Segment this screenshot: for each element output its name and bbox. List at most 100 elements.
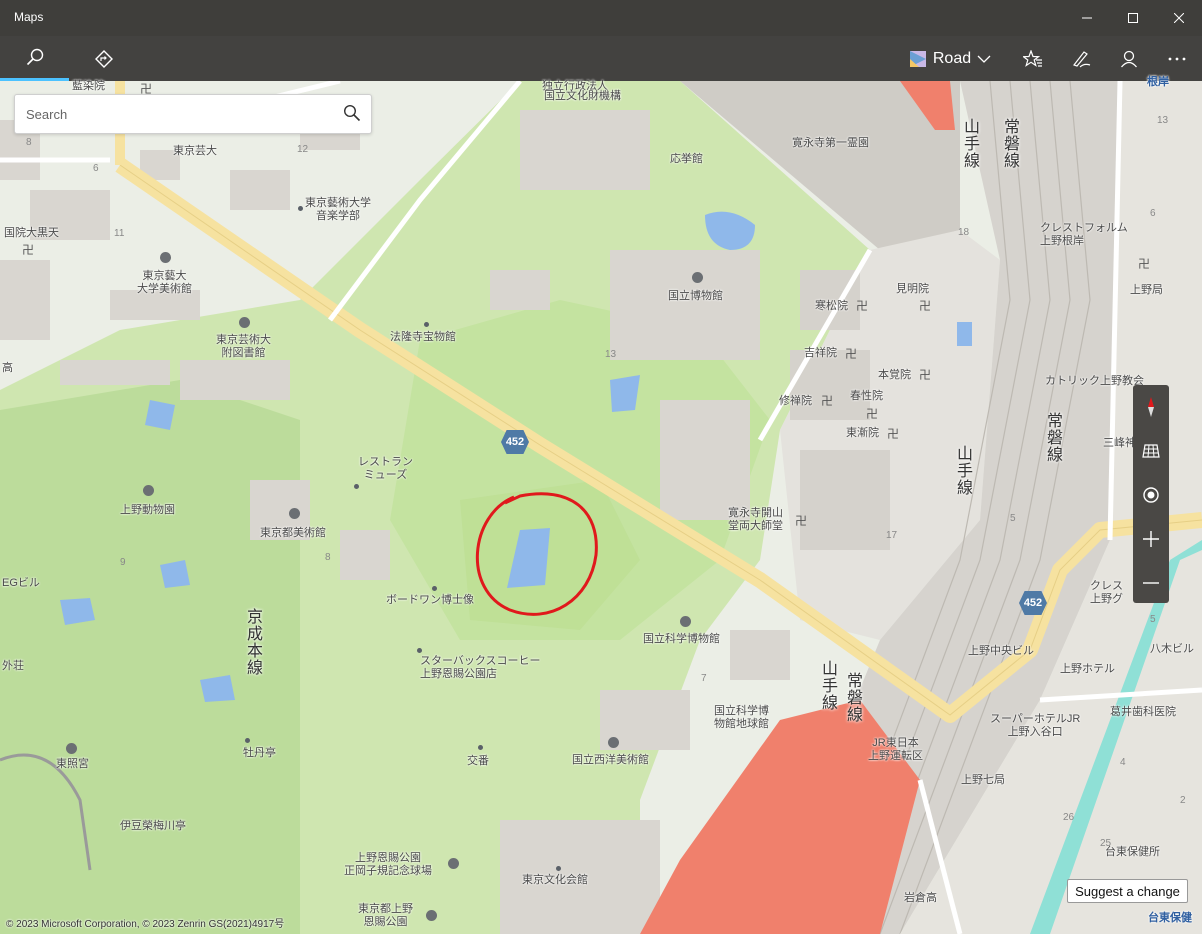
- map-label: 東京芸大: [173, 145, 217, 157]
- place-dot-icon: [298, 206, 303, 211]
- tab-directions[interactable]: [69, 36, 138, 81]
- map-canvas[interactable]: [0, 81, 1202, 934]
- block-number: 6: [1150, 208, 1156, 219]
- chevron-down-icon: [977, 55, 991, 63]
- ink-button[interactable]: [1058, 36, 1104, 81]
- map-controls: [1133, 385, 1169, 603]
- locate-icon: [1143, 487, 1159, 503]
- map-label: 八木ビル: [1150, 643, 1194, 655]
- map-label: 見明院: [896, 283, 929, 295]
- route-shield: 452: [501, 430, 529, 454]
- map-label: 本覚院: [878, 369, 911, 381]
- favorites-button[interactable]: [1010, 36, 1056, 81]
- map-label: 国立西洋美術館: [572, 754, 649, 766]
- minimize-button[interactable]: [1064, 0, 1110, 36]
- zoom-out-button[interactable]: [1133, 561, 1169, 605]
- place-dot-icon: [432, 586, 437, 591]
- close-icon: [1174, 13, 1184, 23]
- block-number: 25: [1100, 838, 1112, 849]
- map-label: 岩倉高: [904, 892, 937, 904]
- map-label-rail: 京成本線: [244, 608, 261, 676]
- favorites-star-icon: [1023, 49, 1042, 67]
- map-style-dropdown[interactable]: Road: [900, 36, 1000, 81]
- plus-icon: [1143, 531, 1159, 547]
- temple-icon: 卍: [866, 407, 879, 421]
- temple-icon: 卍: [795, 514, 808, 528]
- search-icon: [26, 48, 43, 66]
- close-button[interactable]: [1156, 0, 1202, 36]
- map-label: 外荘: [2, 660, 24, 672]
- search-submit-button[interactable]: [343, 104, 363, 124]
- more-button[interactable]: [1154, 36, 1200, 81]
- account-button[interactable]: [1106, 36, 1152, 81]
- map-label: 東京芸術大 附図書館: [216, 334, 271, 359]
- map-label-rail: 常磐線: [844, 672, 861, 723]
- temple-icon: 卍: [1138, 257, 1151, 271]
- block-number: 8: [325, 552, 331, 563]
- map-label: 東照宮: [56, 758, 89, 770]
- map-label: 葛井歯科医院: [1110, 706, 1176, 718]
- map-label: レストラン ミューズ: [358, 456, 413, 481]
- map-label: 根岸: [1147, 76, 1169, 88]
- map-label-rail: 常磐線: [1044, 412, 1061, 463]
- place-dot-icon: [478, 745, 483, 750]
- search-input[interactable]: [15, 95, 357, 133]
- map-label: 牡丹亭: [243, 747, 276, 759]
- map-label: ボードワン博士像: [386, 594, 474, 606]
- tab-search[interactable]: [0, 36, 69, 81]
- block-number: 11: [114, 228, 125, 239]
- map-label: 国立科学博 物館地球館: [714, 705, 769, 730]
- map-label: 寛永寺開山 堂両大師堂: [728, 507, 783, 532]
- map-label: 高: [2, 362, 13, 374]
- museum-icon: [692, 272, 703, 283]
- museum-icon: [608, 737, 619, 748]
- university-icon: [160, 252, 171, 263]
- block-number: 13: [1157, 115, 1169, 126]
- map-label: クレス 上野グ: [1090, 580, 1123, 605]
- compass-button[interactable]: [1133, 385, 1169, 429]
- minus-icon: [1143, 582, 1159, 584]
- temple-icon: 卍: [856, 299, 869, 313]
- place-dot-icon: [424, 322, 429, 327]
- tilt-3d-button[interactable]: [1133, 429, 1169, 473]
- map-label: EGビル: [2, 577, 40, 589]
- block-number: 7: [701, 673, 707, 684]
- map-label: クレストフォルム 上野根岸: [1040, 222, 1128, 247]
- copyright-text: © 2023 Microsoft Corporation, © 2023 Zen…: [6, 919, 285, 930]
- place-dot-icon: [245, 738, 250, 743]
- map-label: 国立文化財機構: [544, 90, 621, 102]
- maximize-button[interactable]: [1110, 0, 1156, 36]
- map-label: 上野局: [1130, 284, 1163, 296]
- suggest-change-button[interactable]: Suggest a change: [1067, 879, 1188, 903]
- locate-me-button[interactable]: [1133, 473, 1169, 517]
- map-label: 台東保健所: [1105, 846, 1160, 858]
- block-number: 8: [26, 137, 32, 148]
- zoom-in-button[interactable]: [1133, 517, 1169, 561]
- title-bar: Maps: [0, 0, 1202, 36]
- toolbar: Road: [0, 36, 1202, 81]
- block-number: 17: [886, 530, 898, 541]
- map-label: JR東日本 上野運転区: [868, 737, 923, 762]
- map-label: 修禅院: [779, 395, 812, 407]
- place-dot-icon: [417, 648, 422, 653]
- directions-icon: [94, 49, 113, 68]
- temple-icon: 卍: [919, 299, 932, 313]
- map-style-label: Road: [932, 49, 972, 67]
- map-label: スターバックスコーヒー 上野恩賜公園店: [420, 655, 541, 680]
- map-label: 上野七局: [961, 774, 1005, 786]
- route-shield: 452: [1019, 591, 1047, 615]
- temple-icon: 卍: [919, 368, 932, 382]
- block-number: 9: [120, 557, 126, 568]
- block-number: 5: [1010, 513, 1016, 524]
- stadium-icon: [448, 858, 459, 869]
- map-label: 法隆寺宝物館: [390, 331, 456, 343]
- museum-icon: [289, 508, 300, 519]
- grid-3d-icon: [1142, 444, 1160, 458]
- block-number: 2: [1180, 795, 1186, 806]
- temple-icon: 卍: [845, 347, 858, 361]
- block-number: 12: [297, 144, 309, 155]
- minimize-icon: [1082, 17, 1092, 19]
- map-label: 上野中央ビル: [968, 645, 1034, 657]
- temple-icon: 卍: [887, 427, 900, 441]
- map-label: 国立科学博物館: [643, 633, 720, 645]
